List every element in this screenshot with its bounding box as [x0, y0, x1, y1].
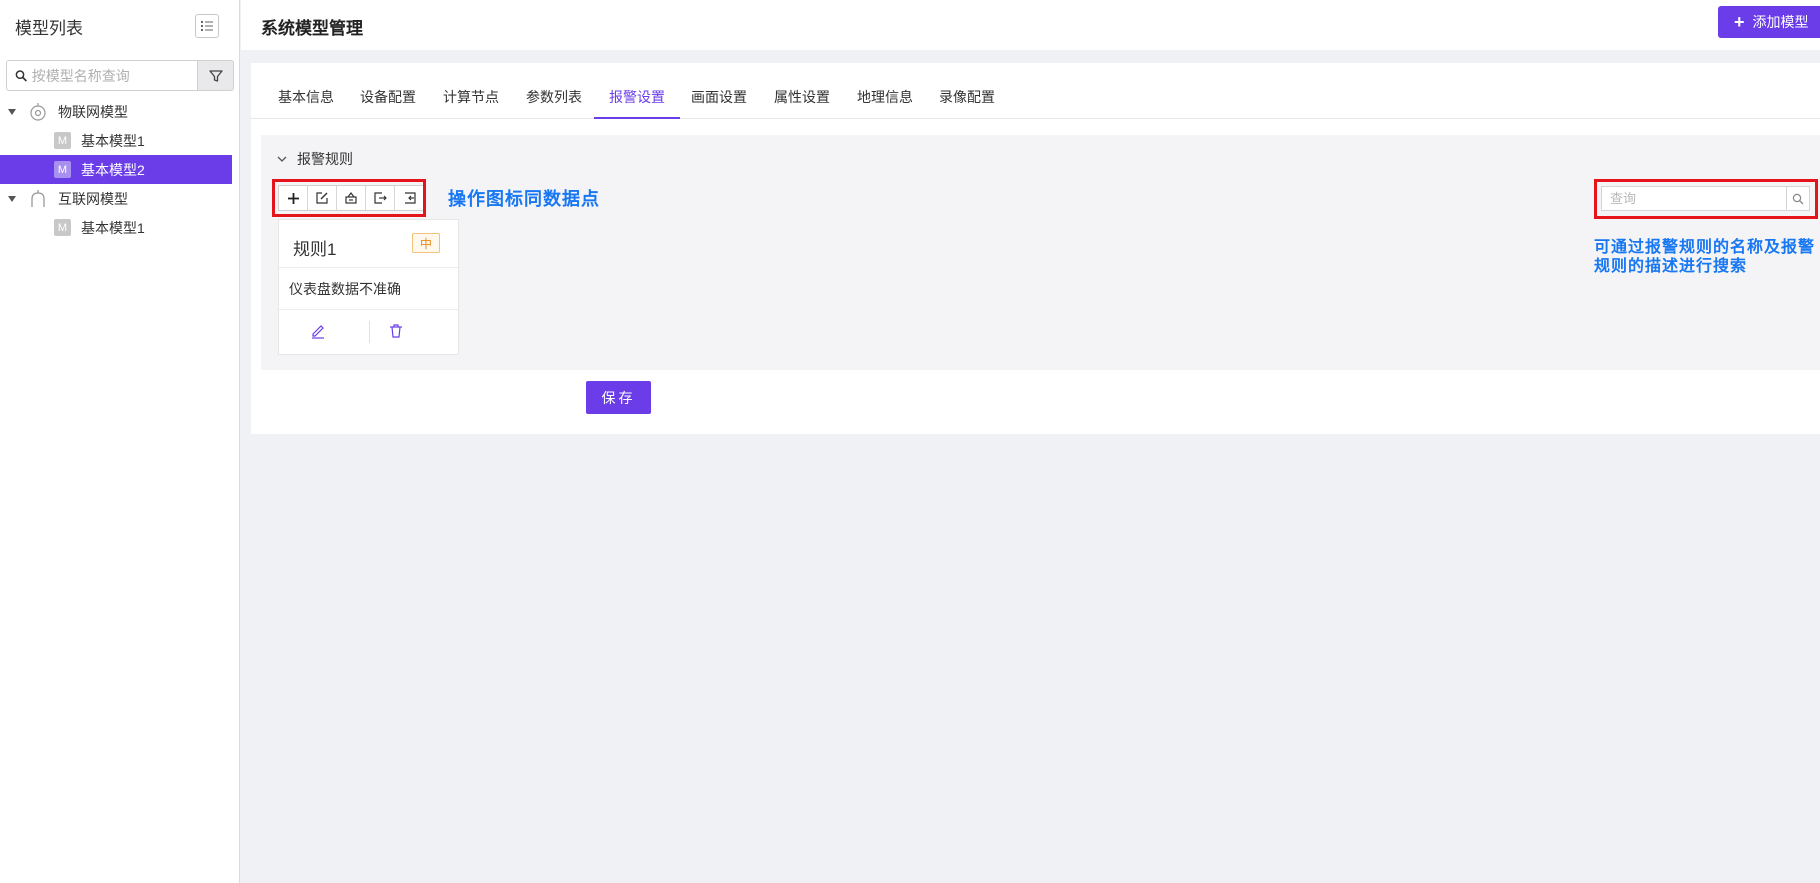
- action-divider: [369, 321, 370, 343]
- tab-basic-info[interactable]: 基本信息: [263, 87, 349, 119]
- filter-icon: [208, 69, 223, 82]
- tree-item-label: 基本模型2: [81, 161, 145, 178]
- rule-card-description: 仪表盘数据不准确: [279, 268, 458, 310]
- save-button[interactable]: 保存: [586, 381, 651, 414]
- model-tree: 物联网模型 M 基本模型1 M 基本模型2 互联网模型 M 基本模型1: [0, 97, 239, 242]
- model-icon: M: [54, 219, 71, 236]
- tree-item-label: 基本模型1: [81, 219, 145, 236]
- tree-group-iot[interactable]: 物联网模型: [0, 97, 239, 126]
- rule-card: 规则1 中 仪表盘数据不准确: [278, 219, 459, 355]
- toolbar-annotation-text: 操作图标同数据点: [448, 189, 600, 209]
- tree-group-label: 物联网模型: [58, 103, 128, 120]
- tree-group-internet[interactable]: 互联网模型: [0, 184, 239, 213]
- rule-level-badge: 中: [412, 233, 440, 253]
- caret-down-icon[interactable]: [8, 195, 16, 202]
- model-icon: M: [54, 132, 71, 149]
- chevron-down-icon: [277, 156, 287, 162]
- edit-rule-card-button[interactable]: [309, 322, 327, 340]
- caret-down-icon[interactable]: [8, 108, 16, 115]
- model-search-input[interactable]: [31, 67, 197, 84]
- delete-rule-card-button[interactable]: [387, 322, 405, 340]
- tab-geo-info[interactable]: 地理信息: [842, 87, 928, 119]
- toolbar-annotation-box: [272, 179, 426, 217]
- tree-group-label: 互联网模型: [58, 190, 128, 207]
- main-panel: 基本信息 设备配置 计算节点 参数列表 报警设置 画面设置 属性设置 地理信息 …: [251, 63, 1820, 434]
- tab-screen-settings[interactable]: 画面设置: [676, 87, 762, 119]
- tree-item-model-1b[interactable]: M 基本模型1: [0, 213, 239, 242]
- model-icon: M: [54, 161, 71, 178]
- alarm-rules-title: 报警规则: [297, 151, 353, 167]
- rule-card-actions: [279, 310, 458, 354]
- search-icon: [15, 69, 27, 82]
- page-title: 系统模型管理: [261, 19, 363, 38]
- search-annotation-text: 可通过报警规则的名称及报警规则的描述进行搜索: [1594, 239, 1816, 275]
- list-icon: [201, 21, 213, 31]
- model-search: [6, 60, 234, 91]
- rule-card-header: 规则1 中: [279, 220, 458, 268]
- model-search-box: [6, 60, 198, 91]
- iot-icon: [30, 102, 46, 121]
- list-view-button[interactable]: [195, 14, 219, 38]
- tab-alarm-settings[interactable]: 报警设置: [594, 87, 680, 119]
- tree-item-label: 基本模型1: [81, 132, 145, 149]
- model-list-sidebar: 模型列表 物联网模型 M 基本模型1 M 基本模型2: [0, 0, 240, 883]
- sidebar-header: 模型列表: [0, 0, 239, 52]
- alarm-rules-toggle[interactable]: 报警规则: [277, 149, 353, 169]
- search-annotation-box: [1594, 179, 1818, 219]
- tab-compute-node[interactable]: 计算节点: [428, 87, 514, 119]
- tab-device-config[interactable]: 设备配置: [345, 87, 431, 119]
- add-model-label: 添加模型: [1752, 14, 1809, 30]
- tab-bar: 基本信息 设备配置 计算节点 参数列表 报警设置 画面设置 属性设置 地理信息 …: [251, 63, 1820, 119]
- rule-card-title: 规则1: [293, 240, 337, 259]
- tab-property-settings[interactable]: 属性设置: [759, 87, 845, 119]
- alarm-rules-section: 报警规则 操作图标同数据点 查询 可通过报警规则的名称及报警规则的描述进行搜索 …: [261, 135, 1820, 370]
- sidebar-title: 模型列表: [15, 18, 83, 38]
- tab-param-list[interactable]: 参数列表: [511, 87, 597, 119]
- tree-item-model-1[interactable]: M 基本模型1: [0, 126, 239, 155]
- page-header: 系统模型管理 + 添加模型: [241, 0, 1820, 50]
- add-model-button[interactable]: + 添加模型: [1718, 6, 1820, 38]
- internet-icon: [31, 189, 45, 207]
- plus-icon: +: [1734, 11, 1745, 32]
- trash-icon: [390, 324, 402, 338]
- tree-item-model-2[interactable]: M 基本模型2: [0, 155, 232, 184]
- tab-video-config[interactable]: 录像配置: [924, 87, 1010, 119]
- pencil-icon: [312, 325, 324, 339]
- filter-button[interactable]: [198, 60, 234, 91]
